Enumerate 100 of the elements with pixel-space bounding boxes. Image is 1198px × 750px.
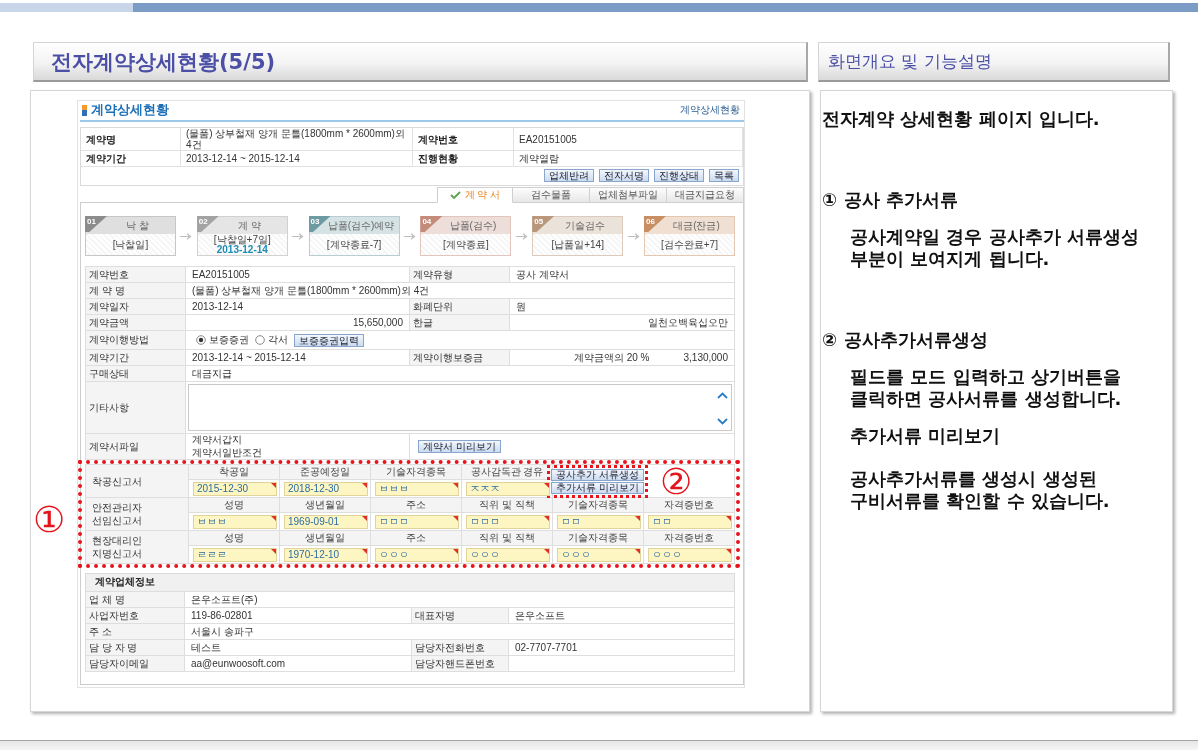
input-field[interactable]: ㄹㄹㄹ [193,547,277,562]
table-cell: 서울시 송파구 [185,624,735,640]
label-cell: 구매상태 [86,366,186,382]
action-button[interactable]: 공사추가 서류생성 [551,468,644,481]
section-header: 계약업체정보 [85,573,735,591]
chevron-down-icon [717,418,728,425]
arrow-icon [627,232,640,240]
table-cell: 2013-12-14 [186,299,410,315]
label-cell: 사업자번호 [86,608,185,624]
input-field[interactable]: ㅂㅂㅂ [193,514,277,529]
required-marker-icon [635,548,640,554]
field-label: 기술자격종목 [553,531,644,546]
field-label: 공사감독관 경유 [462,465,553,480]
input-field[interactable]: ㅇㅇㅇ [557,547,641,562]
input-field[interactable]: ㅂㅂㅂ [375,481,459,496]
breadcrumb: 계약상세현황 [680,103,740,117]
callout-number: ① [33,501,65,539]
input-field[interactable]: ㅁㅁㅁ [466,514,550,529]
required-marker-icon [726,548,731,554]
required-marker-icon [453,515,458,521]
input-field[interactable]: 1970-12-10 [284,547,368,562]
table-cell: 테스트 [185,640,412,656]
rate-text: 계약금액의 20 % [573,351,650,364]
step-note: [검수완료+7] [661,239,718,250]
tab[interactable]: 대금지급요청 [667,187,744,203]
file-name: 계약서일반조건 [192,447,262,459]
action-button[interactable]: 보증증권입력 [294,333,364,347]
label-cell: 계약유형 [410,267,510,283]
table-cell: 은우소프트 [509,608,735,624]
label-cell: 담당자핸드폰번호 [412,656,509,672]
field-label: 성명 [189,531,280,546]
label-cell: 대표자명 [412,608,509,624]
field-label: 기술자격종목 [371,465,462,480]
check-icon [449,191,461,199]
required-marker-icon [544,515,549,521]
input-field[interactable]: ㅈㅈㅈ [466,481,550,496]
label-cell: 착공신고서 [86,465,189,498]
label-cell: 계약명 [81,128,181,151]
table-cell: (물품) 상부철재 양개 문틀(1800mm * 2600mm)외 4건 [186,283,735,299]
step-note: [낙찰일] [112,239,149,250]
table-cell: 2013-12-14 ~ 2015-12-14 [186,350,410,366]
input-field[interactable]: ㅇㅇㅇ [466,547,550,562]
input-field[interactable]: 2018-12-30 [284,481,368,496]
label-cell: 계 약 명 [86,283,186,299]
input-field[interactable]: ㅇㅇㅇ [648,547,732,562]
input-field[interactable]: ㅁㅁ [557,514,641,529]
label-cell: 계약기간 [86,350,186,366]
input-field[interactable]: ㅁㅁ [648,514,732,529]
label-cell: 담 당 자 명 [86,640,185,656]
field-label: 주소 [371,531,462,546]
table-cell: 15,650,000 [186,315,410,331]
action-button[interactable]: 목록 [709,169,739,182]
label-cell: 담당자이메일 [86,656,185,672]
required-marker-icon [635,515,640,521]
action-button[interactable]: 추가서류 미리보기 [551,481,644,494]
tab[interactable]: 계 약 서 [437,187,513,203]
radio-option[interactable]: 보증증권 [196,334,249,346]
required-marker-icon [544,548,549,554]
action-button[interactable]: 전자서명 [599,169,649,182]
arrow-icon [292,232,305,240]
input-field[interactable]: 2015-12-30 [193,481,277,496]
input-field[interactable]: ㅇㅇㅇ [375,547,459,562]
table-cell: EA20151005 [514,128,743,151]
required-marker-icon [453,482,458,488]
label-cell: 계약이행방법 [86,331,186,350]
table-cell: 일천오백육십오만 [510,315,735,331]
required-marker-icon [726,515,731,521]
field-label: 직위 및 직책 [462,531,553,546]
step-note: [계약종료] [443,239,489,250]
input-field[interactable]: ㅁㅁㅁ [375,514,459,529]
label-cell: 담당자전화번호 [412,640,509,656]
label-cell: 현장대리인 지명신고서 [86,531,189,564]
field-label: 생년월일 [280,531,371,546]
table-cell: EA20151005 [186,267,410,283]
label-cell: 계약서파일 [86,434,186,460]
label-cell: 계약번호 [86,267,186,283]
arrow-icon [404,232,416,240]
label-cell: 화폐단위 [410,299,510,315]
label-cell: 업 체 명 [86,592,185,608]
tab[interactable]: 업체첨부파일 [590,187,667,203]
label-cell: 계약번호 [413,128,514,151]
field-label: 주소 [371,498,462,513]
required-marker-icon [271,482,276,488]
description-text: 공사계약일 경우 공사추가 서류생성 부분이 보여지게 됩니다. [850,226,1140,270]
step-note: [계약종료-7] [326,239,382,250]
preview-button[interactable]: 계약서 미리보기 [418,440,501,453]
input-field[interactable]: 1969-09-01 [284,514,368,529]
required-marker-icon [362,482,367,488]
table-cell: 공사 계약서 [510,267,735,283]
radio-option[interactable]: 각서 [255,334,288,346]
tab[interactable]: 검수물품 [513,187,590,203]
callout-number: ② [659,464,692,498]
notes-field[interactable] [188,384,732,431]
table-cell: 2013-12-14 ~ 2015-12-14 [181,151,413,167]
page-title: 계약상세현황 [91,101,169,119]
field-label: 착공일 [189,465,280,480]
label-cell: 한글 [410,315,510,331]
action-button[interactable]: 진행상태 [654,169,704,182]
action-button[interactable]: 업체반려 [544,169,594,182]
description-text: 공사추가서류를 생성시 생성된 구비서류를 확인할 수 있습니다. [850,468,1111,512]
